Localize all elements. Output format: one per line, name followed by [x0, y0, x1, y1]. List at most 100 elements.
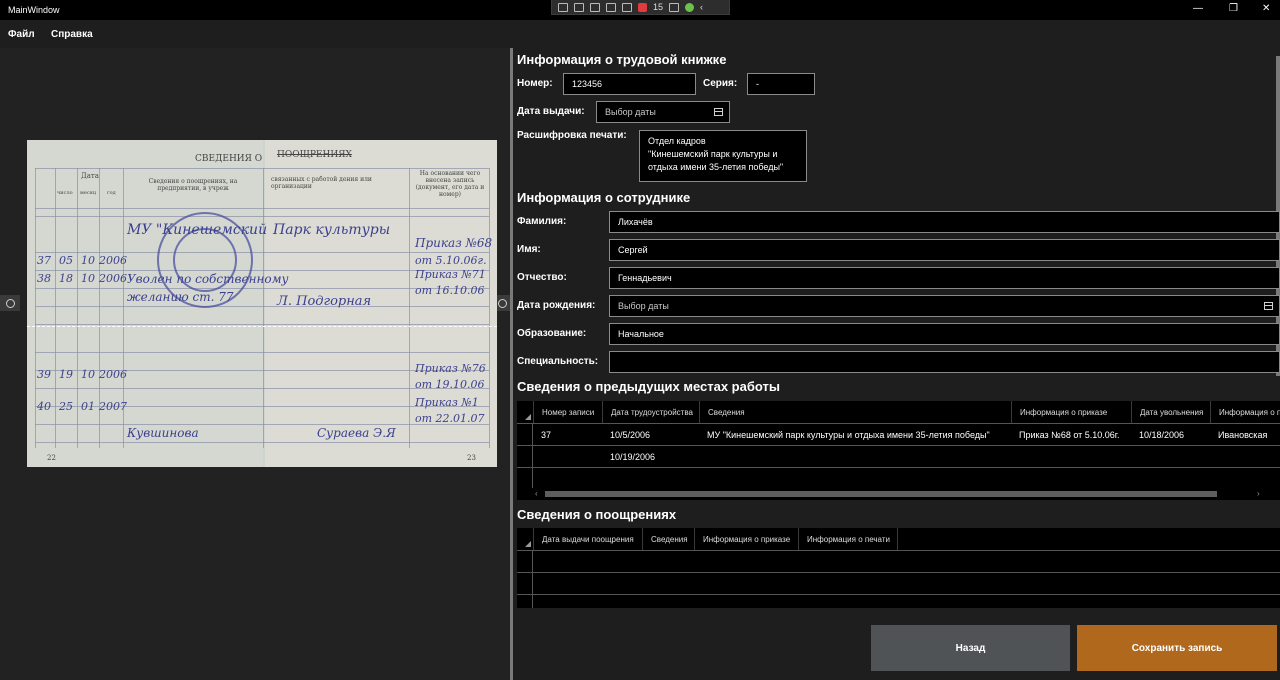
doc-hw-text: 10 — [81, 272, 95, 285]
doc-hw-text: Приказ №76 — [415, 362, 486, 375]
table-cell[interactable]: Ивановская — [1210, 424, 1280, 446]
table-row[interactable]: 37 10/5/2006 МУ "Кинешемский парк культу… — [517, 423, 1280, 445]
stamp-line: отдыха имени 35-летия победы" — [648, 162, 784, 172]
table-cell[interactable]: 10/19/2006 — [602, 446, 699, 468]
jobs-col-header[interactable]: Дата трудоустройства — [602, 401, 699, 423]
education-input[interactable]: Начальное — [609, 323, 1280, 345]
chevron-left-icon[interactable]: ‹ — [700, 2, 703, 12]
issue-date-picker[interactable]: Выбор даты — [596, 101, 730, 123]
employee-heading: Информация о сотруднике — [517, 190, 691, 205]
jobs-col-header[interactable]: Дата увольнения — [1131, 401, 1210, 423]
table-cell[interactable]: Приказ №68 от 5.10.06г. — [1011, 424, 1131, 446]
scroll-left-icon[interactable]: ‹ — [535, 489, 538, 498]
table-cell[interactable] — [699, 446, 1011, 468]
video-icon[interactable] — [574, 2, 584, 12]
table-cell[interactable]: 10/18/2006 — [1131, 424, 1210, 446]
doc-hw-text: 40 — [37, 400, 51, 413]
number-input[interactable]: 123456 — [563, 73, 696, 95]
row-header[interactable] — [517, 595, 533, 608]
birth-date-placeholder: Выбор даты — [618, 301, 669, 311]
table-cell[interactable]: МУ "Кинешемский парк культуры и отдыха и… — [699, 424, 1011, 446]
table-row[interactable] — [517, 594, 1280, 608]
awards-col-header[interactable]: Информация о печати — [798, 528, 898, 550]
jobs-col-header[interactable]: Сведения — [699, 401, 1011, 423]
row-header[interactable] — [517, 573, 533, 594]
education-label: Образование: — [517, 328, 587, 339]
previous-page-button[interactable] — [0, 295, 20, 311]
doc-hw-text: 39 — [37, 368, 51, 381]
doc-hw-text: Приказ №1 — [415, 396, 479, 409]
checkmark-icon[interactable] — [685, 2, 695, 12]
maximize-button[interactable]: ❐ — [1229, 3, 1238, 14]
doc-heading: СВЕДЕНИЯ О — [195, 154, 263, 164]
jobs-grid[interactable]: Номер записи Дата трудоустройства Сведен… — [517, 401, 1280, 488]
pointer-icon[interactable] — [590, 2, 600, 12]
doc-hw-text: 37 — [37, 254, 51, 267]
doc-hw-text: от 19.10.06 — [415, 378, 485, 391]
back-button[interactable]: Назад — [871, 625, 1070, 671]
scroll-right-icon[interactable]: › — [1257, 489, 1260, 498]
doc-col-info: Сведения о поощрениях, на предприятии, в… — [148, 178, 238, 192]
binding-errors-count: 15 — [653, 2, 664, 12]
row-header[interactable] — [517, 424, 533, 445]
doc-heading-word: ПООЩРЕНИЯХ — [277, 150, 352, 160]
save-record-button[interactable]: Сохранить запись — [1077, 625, 1277, 671]
touch-icon[interactable] — [622, 2, 632, 12]
table-cell[interactable]: 37 — [533, 424, 602, 446]
awards-col-header[interactable]: Сведения — [642, 528, 694, 550]
table-row[interactable] — [517, 572, 1280, 594]
jobs-col-header[interactable]: Информация о приказе — [1011, 401, 1131, 423]
first-name-input[interactable]: Сергей — [609, 239, 1280, 261]
doc-hw-text: 2006 — [99, 254, 127, 267]
select-all-corner[interactable] — [517, 401, 533, 423]
table-row-new[interactable] — [517, 467, 1280, 488]
stamp-textbox[interactable]: Отдел кадров "Кинешемский парк культуры … — [639, 130, 807, 182]
close-button[interactable]: ✕ — [1262, 3, 1270, 14]
awards-col-header[interactable]: Дата выдачи поощрения — [533, 528, 642, 550]
frame-icon[interactable] — [606, 2, 616, 12]
series-input[interactable]: - — [747, 73, 815, 95]
calendar-icon[interactable] — [1264, 302, 1273, 310]
series-label: Серия: — [703, 78, 738, 89]
row-header[interactable] — [517, 468, 533, 488]
calendar-icon[interactable] — [714, 108, 723, 116]
table-row[interactable] — [517, 550, 1280, 572]
stamp-label: Расшифровка печати: — [517, 130, 627, 141]
menu-file[interactable]: Файл — [8, 29, 35, 40]
doc-hw-text: 19 — [59, 368, 73, 381]
jobs-horizontal-scrollbar[interactable]: ‹ › — [517, 488, 1280, 500]
row-header[interactable] — [517, 551, 533, 572]
doc-hw-text: 18 — [59, 272, 73, 285]
chevron-right-icon — [497, 298, 507, 308]
table-cell[interactable] — [533, 446, 602, 468]
doc-hw-text: Л. Подгорная — [277, 294, 372, 309]
select-all-corner[interactable] — [517, 528, 533, 550]
doc-col-basis: На основании чего внесена запись (докуме… — [415, 170, 485, 198]
patronymic-label: Отчество: — [517, 272, 567, 283]
doc-col-month: месяц — [80, 190, 97, 196]
awards-grid[interactable]: Дата выдачи поощрения Сведения Информаци… — [517, 528, 1280, 608]
jobs-col-header[interactable]: Номер записи — [533, 401, 602, 423]
binding-errors-icon[interactable] — [638, 2, 647, 12]
awards-col-header[interactable]: Информация о приказе — [694, 528, 798, 550]
doc-hw-text: 38 — [37, 272, 51, 285]
last-name-input[interactable]: Лихачёв — [609, 211, 1280, 233]
patronymic-input[interactable]: Геннадьевич — [609, 267, 1280, 289]
select-element-icon[interactable] — [558, 2, 568, 12]
doc-col-date: Дата — [81, 172, 99, 180]
menu-help[interactable]: Справка — [51, 29, 93, 40]
doc-hw-text: Уволен по собственному — [127, 272, 289, 286]
birth-date-picker[interactable]: Выбор даты — [609, 295, 1280, 317]
doc-hw-text: Сураева Э.Я — [317, 426, 396, 440]
accessibility-icon[interactable] — [669, 2, 680, 12]
specialty-input[interactable] — [609, 351, 1280, 373]
work-book-heading: Информация о трудовой книжке — [517, 52, 727, 67]
doc-hw-text: от 16.10.06 — [415, 284, 485, 297]
table-row[interactable]: 10/19/2006 — [517, 445, 1280, 467]
scrollbar-thumb[interactable] — [545, 491, 1217, 497]
minimize-button[interactable]: — — [1193, 3, 1203, 14]
table-cell[interactable]: 10/5/2006 — [602, 424, 699, 446]
row-header[interactable] — [517, 446, 533, 467]
jobs-col-header[interactable]: Информация о п — [1210, 401, 1280, 423]
doc-page-number-left: 22 — [47, 454, 56, 462]
